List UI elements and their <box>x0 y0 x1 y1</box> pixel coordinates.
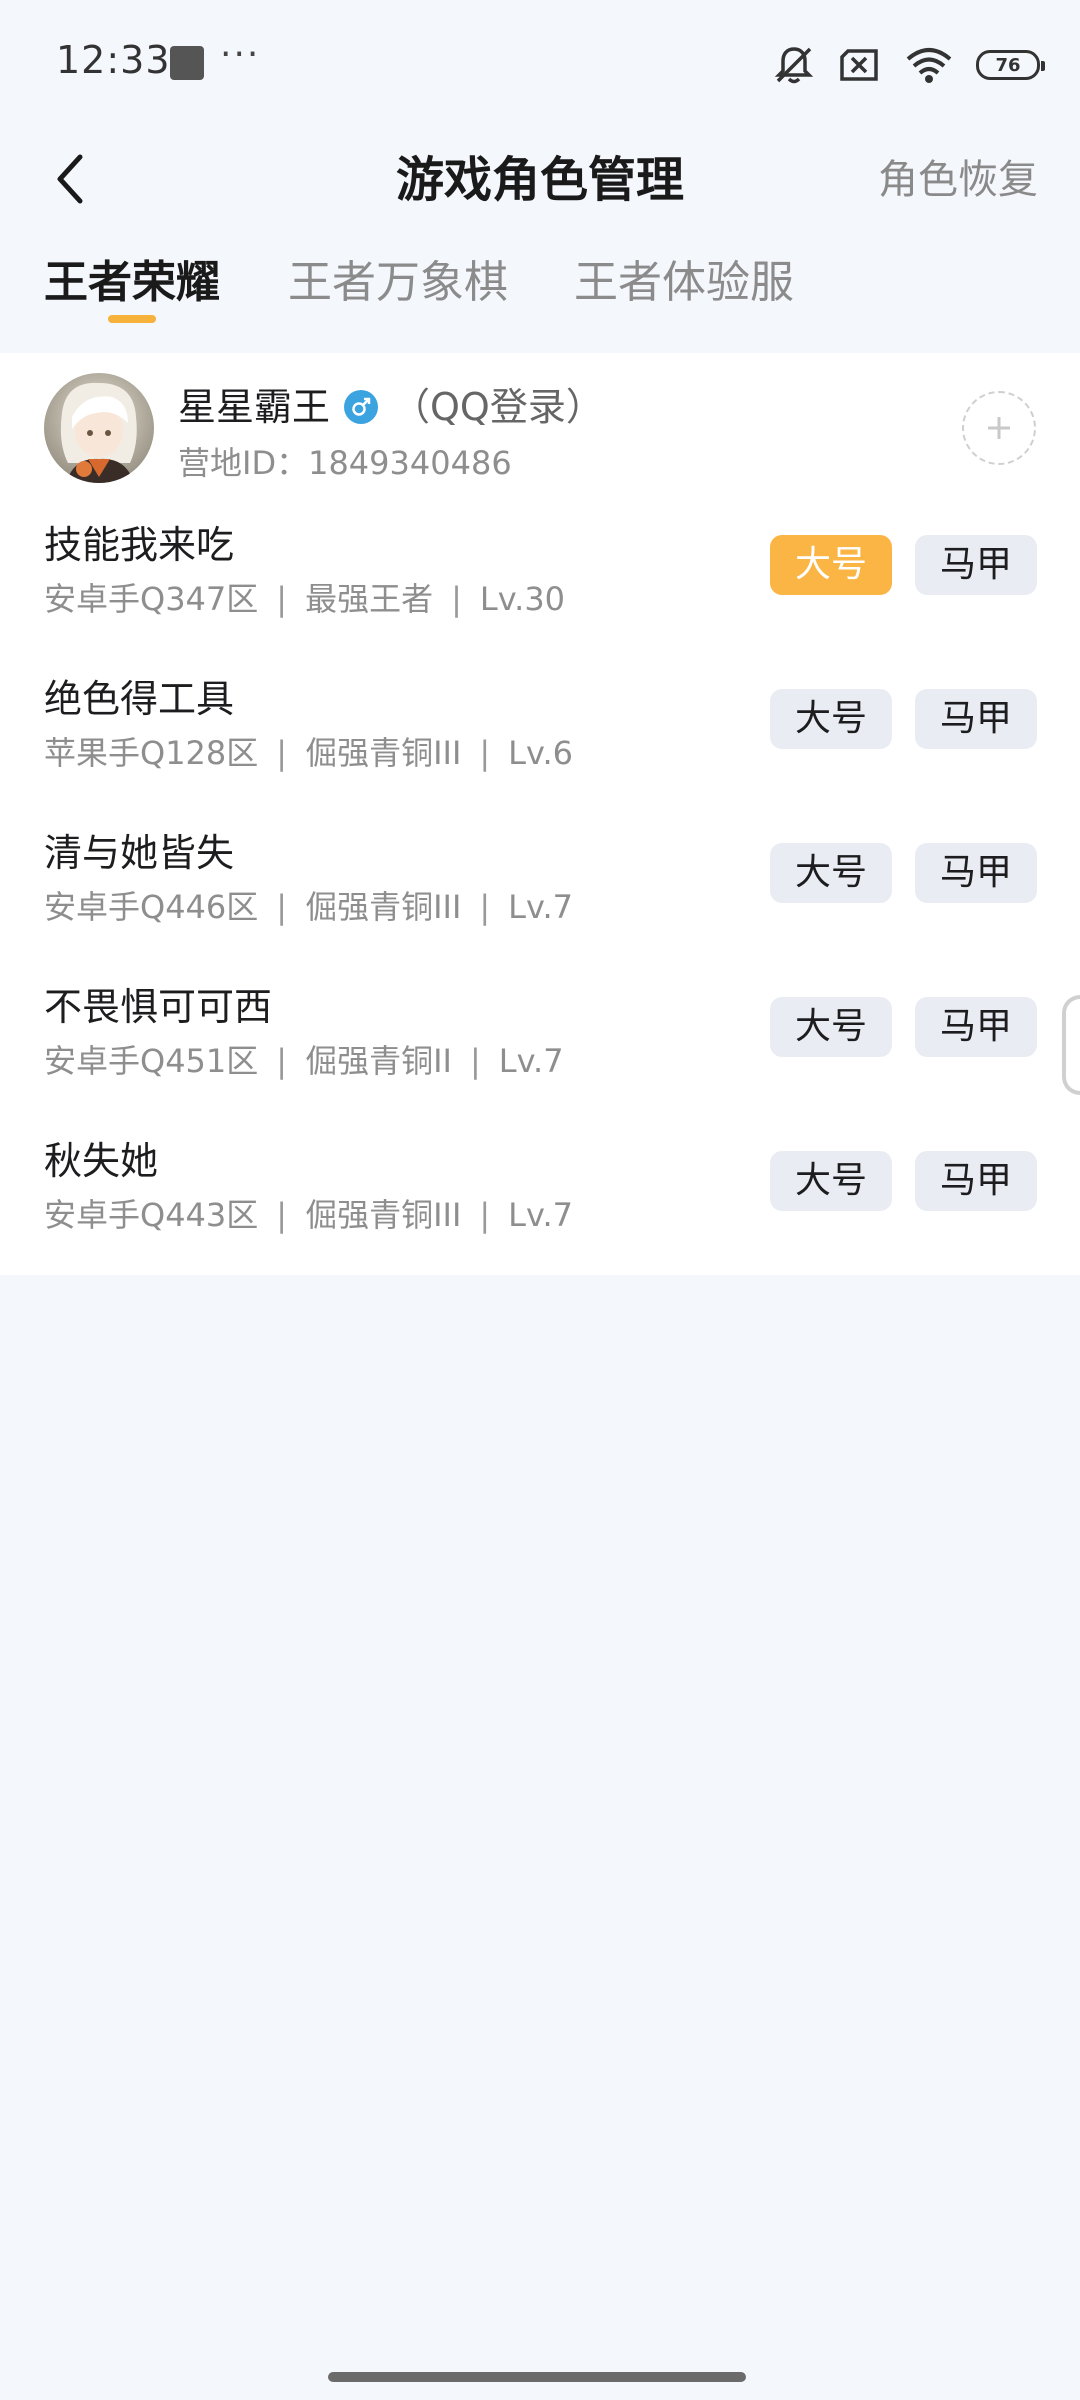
home-indicator[interactable] <box>328 2372 746 2382</box>
header: 游戏角色管理 角色恢复 <box>0 120 1080 240</box>
role-rank: 倔强青铜II <box>305 1042 452 1080</box>
role-name: 秋失她 <box>44 1139 159 1183</box>
side-drawer-handle[interactable] <box>1062 995 1080 1095</box>
tab-chess[interactable]: 王者万象棋 <box>288 248 508 318</box>
role-level: Lv.6 <box>508 734 573 772</box>
role-meta: 安卓手Q347区 | 最强王者 | Lv.30 <box>44 575 565 623</box>
alt-account-button[interactable]: 马甲 <box>915 535 1037 595</box>
account-name: 星星霸王 <box>178 385 331 429</box>
separator: | <box>479 888 491 926</box>
account-header: 星星霸王 （QQ登录） 营地ID：1849340486 <box>0 353 1080 503</box>
separator: | <box>276 1042 288 1080</box>
role-name: 绝色得工具 <box>44 677 235 721</box>
role-server: 安卓手Q451区 <box>44 1042 259 1080</box>
role-rank: 倔强青铜III <box>305 734 462 772</box>
main-account-button[interactable]: 大号 <box>770 689 892 749</box>
wifi-icon <box>904 45 954 85</box>
role-row: 秋失她 安卓手Q443区 | 倔强青铜III | Lv.7 大号 马甲 <box>0 1121 1080 1275</box>
status-icons: 76 <box>772 40 1045 90</box>
role-list-card: 星星霸王 （QQ登录） 营地ID：1849340486 技能我来吃 安卓手Q34… <box>0 353 1080 1275</box>
role-rank: 倔强青铜III <box>305 1196 462 1234</box>
tab-honor-of-kings[interactable]: 王者荣耀 <box>44 248 220 318</box>
alt-account-button[interactable]: 马甲 <box>915 843 1037 903</box>
role-name: 技能我来吃 <box>44 523 235 567</box>
role-rank: 倔强青铜III <box>305 888 462 926</box>
alt-account-button[interactable]: 马甲 <box>915 689 1037 749</box>
tab-experience-server[interactable]: 王者体验服 <box>574 248 794 318</box>
role-meta: 苹果手Q128区 | 倔强青铜III | Lv.6 <box>44 729 573 777</box>
separator: | <box>276 888 288 926</box>
separator: | <box>276 734 288 772</box>
male-icon <box>344 390 379 424</box>
avatar[interactable] <box>44 373 154 483</box>
sim-off-icon <box>838 45 882 85</box>
status-more: ··· <box>220 34 261 75</box>
image-thumb-icon <box>170 46 204 80</box>
role-name: 不畏惧可可西 <box>44 985 273 1029</box>
role-level: Lv.7 <box>508 1196 573 1234</box>
account-name-line: 星星霸王 （QQ登录） <box>178 379 604 435</box>
separator: | <box>479 1196 491 1234</box>
add-role-button[interactable] <box>962 391 1036 465</box>
main-account-button[interactable]: 大号 <box>770 535 892 595</box>
main-account-button[interactable]: 大号 <box>770 997 892 1057</box>
role-row: 清与她皆失 安卓手Q446区 | 倔强青铜III | Lv.7 大号 马甲 <box>0 813 1080 967</box>
login-type: （QQ登录） <box>392 385 604 429</box>
role-row: 技能我来吃 安卓手Q347区 | 最强王者 | Lv.30 大号 马甲 <box>0 505 1080 659</box>
role-server: 安卓手Q443区 <box>44 1196 259 1234</box>
role-server: 安卓手Q347区 <box>44 580 259 618</box>
game-tabs: 王者荣耀 王者万象棋 王者体验服 <box>0 240 1080 350</box>
separator: | <box>276 1196 288 1234</box>
role-level: Lv.7 <box>508 888 573 926</box>
role-restore-button[interactable]: 角色恢复 <box>878 130 1038 230</box>
account-id: 营地ID：1849340486 <box>178 444 512 482</box>
role-meta: 安卓手Q451区 | 倔强青铜II | Lv.7 <box>44 1037 564 1085</box>
separator: | <box>469 1042 481 1080</box>
role-rank: 最强王者 <box>305 580 434 618</box>
separator: | <box>479 734 491 772</box>
role-name: 清与她皆失 <box>44 831 235 875</box>
separator: | <box>276 580 288 618</box>
separator: | <box>451 580 462 618</box>
role-level: Lv.7 <box>498 1042 564 1080</box>
plus-icon <box>988 417 1010 439</box>
mute-bell-icon <box>772 43 816 87</box>
role-meta: 安卓手Q446区 | 倔强青铜III | Lv.7 <box>44 883 573 931</box>
status-bar: 12:33 ··· 76 <box>0 0 1080 130</box>
role-row: 绝色得工具 苹果手Q128区 | 倔强青铜III | Lv.6 大号 马甲 <box>0 659 1080 813</box>
role-server: 安卓手Q446区 <box>44 888 259 926</box>
main-account-button[interactable]: 大号 <box>770 843 892 903</box>
role-row: 不畏惧可可西 安卓手Q451区 | 倔强青铜II | Lv.7 大号 马甲 <box>0 967 1080 1121</box>
status-time: 12:33 <box>56 38 171 82</box>
battery-icon: 76 <box>976 50 1045 80</box>
role-meta: 安卓手Q443区 | 倔强青铜III | Lv.7 <box>44 1191 573 1239</box>
role-level: Lv.30 <box>479 580 566 618</box>
alt-account-button[interactable]: 马甲 <box>915 1151 1037 1211</box>
main-account-button[interactable]: 大号 <box>770 1151 892 1211</box>
active-tab-indicator <box>108 315 156 323</box>
role-server: 苹果手Q128区 <box>44 734 259 772</box>
alt-account-button[interactable]: 马甲 <box>915 997 1037 1057</box>
